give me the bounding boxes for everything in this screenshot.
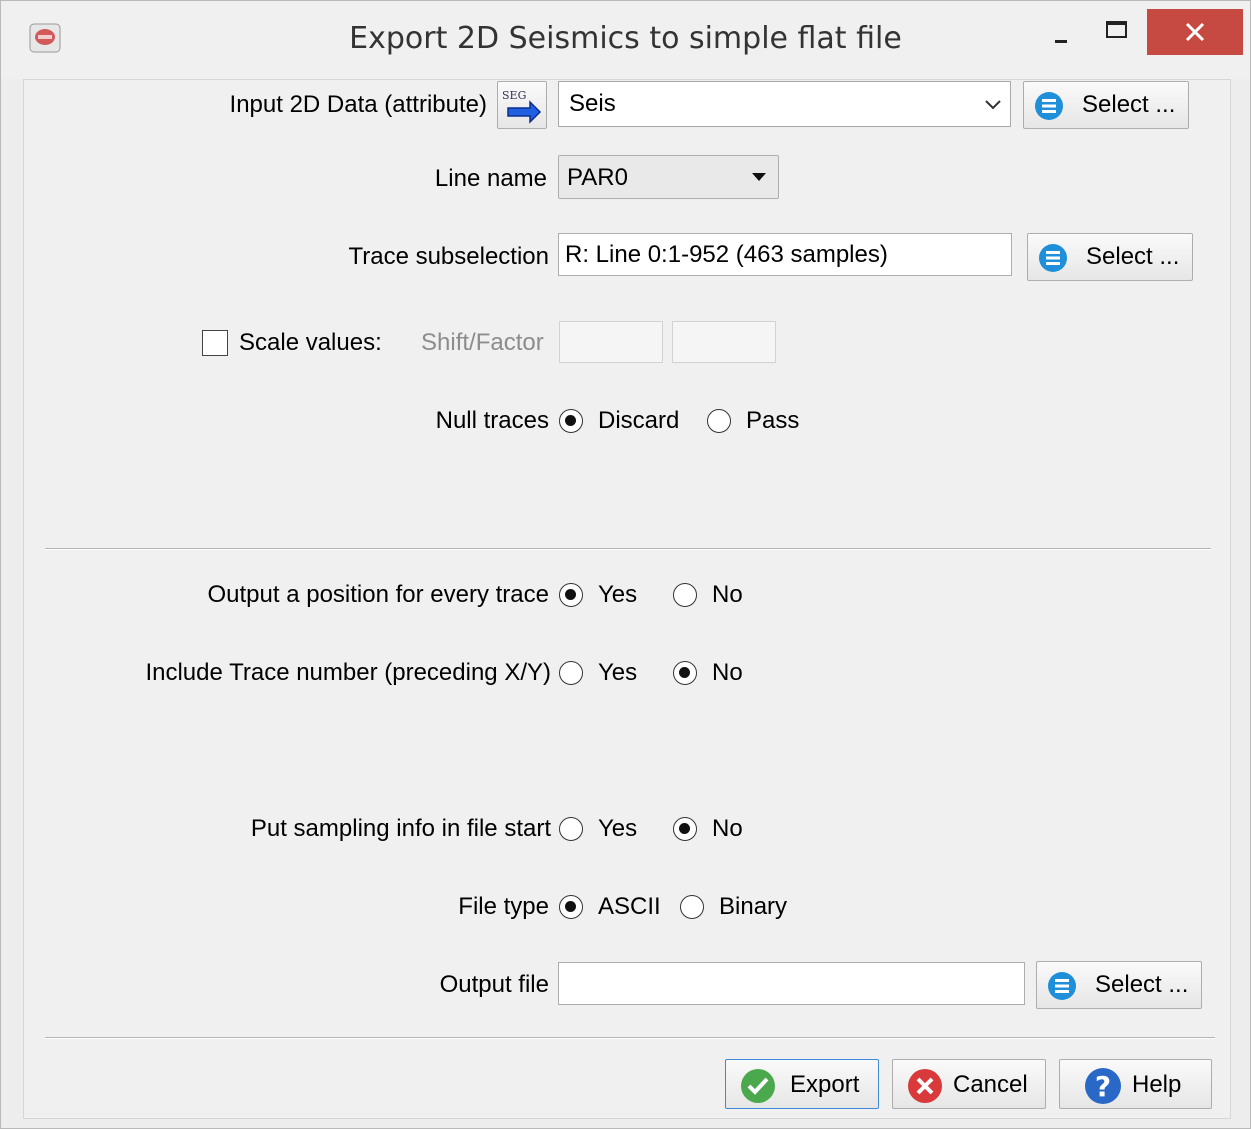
trace-subselection-select-label: Select ... xyxy=(1086,243,1180,270)
file-type-label: File type xyxy=(458,893,549,920)
trace-subselection-field[interactable]: R: Line 0:1-952 (463 samples) xyxy=(558,233,1012,276)
shift-input[interactable] xyxy=(559,321,663,363)
svg-text:SEG: SEG xyxy=(502,89,526,102)
output-file-field[interactable] xyxy=(558,962,1025,1005)
sampling-info-no-radio[interactable] xyxy=(673,817,697,841)
include-trace-number-no-label: No xyxy=(712,659,743,686)
scale-values-checkbox[interactable] xyxy=(202,330,228,356)
null-traces-pass-label: Pass xyxy=(746,407,800,434)
include-trace-number-no-radio[interactable] xyxy=(673,661,697,685)
file-type-binary-radio[interactable] xyxy=(680,895,704,919)
sampling-info-yes-label: Yes xyxy=(598,815,638,842)
help-label: Help xyxy=(1132,1071,1182,1098)
input-data-label: Input 2D Data (attribute) xyxy=(229,91,487,118)
list-icon xyxy=(1048,972,1076,1000)
sampling-info-label: Put sampling info in file start xyxy=(250,815,551,842)
seg-arrow-icon: SEG xyxy=(502,89,542,124)
output-file-select-button[interactable]: Select ... xyxy=(1036,961,1202,1009)
trace-subselection-value: R: Line 0:1-952 (463 samples) xyxy=(565,241,888,268)
line-name-dropdown[interactable]: PAR0 xyxy=(558,155,779,199)
include-trace-number-yes-radio[interactable] xyxy=(559,661,583,685)
scale-values-label: Scale values: xyxy=(239,329,382,356)
cancel-button[interactable]: Cancel xyxy=(892,1059,1046,1109)
factor-input[interactable] xyxy=(672,321,776,363)
line-name-value: PAR0 xyxy=(567,164,628,191)
cancel-x-icon xyxy=(908,1069,942,1103)
chevron-down-icon xyxy=(985,100,1001,110)
sampling-info-yes-radio[interactable] xyxy=(559,817,583,841)
shift-factor-label: Shift/Factor xyxy=(421,329,544,356)
output-position-label: Output a position for every trace xyxy=(207,581,549,608)
input-data-value: Seis xyxy=(569,90,616,117)
null-traces-discard-radio[interactable] xyxy=(559,409,583,433)
close-button[interactable] xyxy=(1147,9,1243,55)
line-name-label: Line name xyxy=(434,165,547,192)
export-label: Export xyxy=(790,1071,860,1098)
maximize-button[interactable] xyxy=(1091,9,1143,55)
trace-subselection-select-button[interactable]: Select ... xyxy=(1027,233,1193,281)
minimize-button[interactable] xyxy=(1039,9,1087,55)
cancel-label: Cancel xyxy=(953,1071,1028,1098)
output-position-no-label: No xyxy=(712,581,743,608)
null-traces-discard-label: Discard xyxy=(598,407,680,434)
help-button[interactable]: ? Help xyxy=(1059,1059,1212,1109)
export-button[interactable]: Export xyxy=(725,1059,879,1109)
input-data-combo[interactable]: Seis xyxy=(558,81,1011,127)
list-icon xyxy=(1039,244,1067,272)
title-bar[interactable]: Export 2D Seismics to simple flat file xyxy=(1,1,1250,79)
null-traces-label: Null traces xyxy=(435,407,549,434)
file-type-ascii-radio[interactable] xyxy=(559,895,583,919)
trace-subselection-label: Trace subselection xyxy=(348,243,549,270)
output-position-yes-label: Yes xyxy=(598,581,638,608)
close-icon xyxy=(1185,22,1205,42)
dropdown-arrow-icon xyxy=(752,173,766,181)
seg-import-button[interactable]: SEG xyxy=(497,81,547,129)
list-icon xyxy=(1035,92,1063,120)
sampling-info-no-label: No xyxy=(712,815,743,842)
include-trace-number-yes-label: Yes xyxy=(598,659,638,686)
file-type-ascii-label: ASCII xyxy=(598,893,661,920)
output-position-no-radio[interactable] xyxy=(673,583,697,607)
checkmark-icon xyxy=(741,1069,775,1103)
dialog-window: Export 2D Seismics to simple flat file I… xyxy=(0,0,1251,1129)
input-data-select-label: Select ... xyxy=(1082,91,1176,118)
maximize-icon xyxy=(1106,21,1127,38)
include-trace-number-label: Include Trace number (preceding X/Y) xyxy=(145,659,551,686)
input-data-select-button[interactable]: Select ... xyxy=(1023,81,1189,129)
help-icon: ? xyxy=(1085,1068,1121,1104)
output-position-yes-radio[interactable] xyxy=(559,583,583,607)
null-traces-pass-radio[interactable] xyxy=(707,409,731,433)
svg-text:?: ? xyxy=(1095,1070,1111,1103)
output-file-select-label: Select ... xyxy=(1095,971,1189,998)
minimize-icon xyxy=(1055,40,1067,43)
output-file-label: Output file xyxy=(439,971,549,998)
file-type-binary-label: Binary xyxy=(719,893,788,920)
